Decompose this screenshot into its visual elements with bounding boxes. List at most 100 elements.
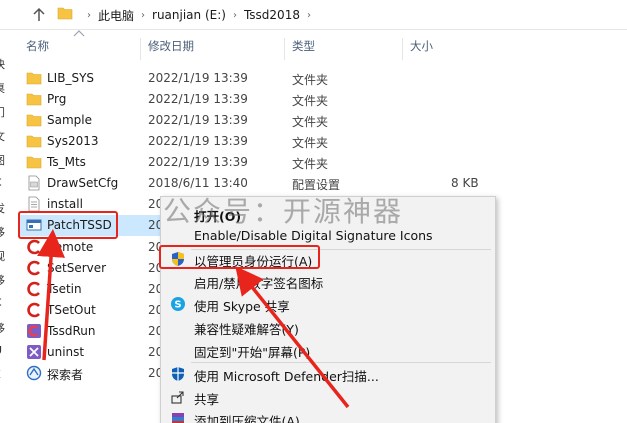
file-modified: 2022/1/19 13:39 [148, 155, 248, 169]
menu-item-label: 固定到"开始"屏幕(P) [194, 345, 311, 360]
nav-item-label[interactable]: 门 [0, 104, 5, 120]
svg-text:S: S [174, 300, 181, 311]
highlight-box-run-as-admin [159, 245, 320, 269]
file-modified: 2022/1/19 13:39 [148, 92, 248, 106]
folder-icon [26, 135, 42, 148]
nav-item-label[interactable]: 移 [0, 224, 5, 240]
chevron-right-icon[interactable]: › [87, 10, 91, 21]
file-name: LIB_SYS [47, 71, 95, 85]
file-type: 文件夹 [292, 73, 329, 87]
file-size: 8 KB [451, 176, 479, 190]
file-name: Sys2013 [47, 134, 99, 148]
menu-item-share-skype[interactable]: S 使用 Skype 共享 [161, 293, 495, 315]
menu-item-share[interactable]: 共享 [161, 386, 495, 408]
watermark-text: 公众号：开源神器 [163, 195, 404, 228]
sort-ascending-icon [73, 30, 85, 37]
menu-item-label: 使用 Microsoft Defender扫描... [194, 369, 379, 384]
column-header-name[interactable]: 名称 [26, 38, 49, 58]
file-name: install [47, 197, 83, 211]
file-modified: 2018/6/11 13:40 [148, 176, 248, 190]
chevron-right-icon[interactable]: › [233, 10, 237, 21]
menu-item-compat-troubleshoot[interactable]: 兼容性疑难解答(Y) [161, 316, 495, 338]
tssd-c-icon [27, 302, 40, 318]
file-name: TSetOut [47, 303, 96, 317]
column-header-type[interactable]: 类型 [292, 38, 315, 58]
file-row-sys2013[interactable]: Sys2013 2022/1/19 13:39 文件夹 [20, 131, 490, 152]
column-divider[interactable] [284, 38, 285, 60]
menu-item-label: 添加到压缩文件(A)... [194, 414, 312, 423]
chevron-right-icon[interactable]: › [307, 10, 311, 21]
file-row-prg[interactable]: Prg 2022/1/19 13:39 文件夹 [20, 89, 490, 110]
defender-icon [172, 367, 184, 381]
file-row-sample[interactable]: Sample 2022/1/19 13:39 文件夹 [20, 110, 490, 131]
skype-icon: S [171, 297, 185, 311]
file-type: 文件夹 [292, 136, 329, 150]
nav-item-label[interactable]: 图 [0, 152, 5, 168]
file-name: DrawSetCfg [47, 176, 119, 190]
address-bar[interactable]: › 此电脑 › ruanjian (E:) › Tssd2018 › [0, 0, 627, 30]
breadcrumb-item-drive[interactable]: ruanjian (E:) [152, 8, 226, 22]
file-name: uninst [47, 345, 85, 359]
context-menu: 打开(O) Enable/Disable Digital Signature I… [160, 196, 496, 423]
nav-item-label[interactable]: 移 [0, 320, 5, 336]
explorer-app-icon [26, 365, 42, 381]
file-name: Remote [47, 240, 94, 254]
tssd-c-icon [27, 239, 40, 255]
nav-item-label[interactable]: 桌 [0, 80, 5, 96]
config-file-icon [28, 175, 40, 191]
tssd-run-icon [27, 324, 41, 338]
file-name: SetServer [47, 261, 107, 275]
nav-item-label[interactable]: C [0, 296, 2, 309]
column-header-modified[interactable]: 修改日期 [148, 38, 194, 58]
navigation-pane-edge: 快 桌 门 文 图 C 发 移 视 移 C 移 U E [0, 30, 8, 423]
file-type: 文件夹 [292, 94, 329, 108]
share-icon [171, 391, 184, 404]
folder-icon [26, 156, 42, 169]
menu-item-label: 启用/禁用数字签名图标 [194, 276, 324, 291]
tssd-c-icon [27, 281, 40, 297]
folder-icon [57, 7, 73, 20]
nav-item-label[interactable]: 视 [0, 248, 5, 264]
folder-icon [26, 72, 42, 85]
file-name: Sample [47, 113, 92, 127]
menu-item-toggle-signature-icons[interactable]: 启用/禁用数字签名图标 [161, 270, 495, 292]
text-file-icon [28, 196, 40, 212]
file-row-lib-sys[interactable]: LIB_SYS 2022/1/19 13:39 文件夹 [20, 68, 490, 89]
tssd-c-icon [27, 260, 40, 276]
file-modified: 2022/1/19 13:39 [148, 71, 248, 85]
menu-item-pin-start[interactable]: 固定到"开始"屏幕(P) [161, 339, 495, 361]
file-modified: 2022/1/19 13:39 [148, 134, 248, 148]
folder-icon [26, 93, 42, 106]
folder-icon [26, 114, 42, 127]
menu-item-label: 兼容性疑难解答(Y) [194, 322, 299, 337]
menu-item-label: Enable/Disable Digital Signature Icons [194, 228, 433, 243]
file-name: Prg [47, 92, 67, 106]
column-divider[interactable] [402, 38, 403, 60]
chevron-right-icon[interactable]: › [141, 10, 145, 21]
file-name: 探索者 [47, 368, 84, 382]
menu-item-add-to-archive[interactable]: 添加到压缩文件(A)... [161, 408, 495, 423]
menu-item-label: 共享 [194, 392, 220, 407]
file-row-ts-mts[interactable]: Ts_Mts 2022/1/19 13:39 文件夹 [20, 152, 490, 173]
nav-item-label[interactable]: 文 [0, 128, 5, 144]
column-header-size[interactable]: 大小 [410, 38, 433, 58]
file-type: 文件夹 [292, 157, 329, 171]
nav-item-label[interactable]: U [0, 344, 2, 357]
column-divider[interactable] [140, 38, 141, 60]
menu-item-defender-scan[interactable]: 使用 Microsoft Defender扫描... [161, 363, 495, 385]
breadcrumb-item-pc[interactable]: 此电脑 [98, 7, 134, 24]
nav-item-label[interactable]: E [0, 368, 1, 381]
highlight-box-patchtssd [18, 211, 118, 239]
file-name: Ts_Mts [47, 155, 86, 169]
nav-item-label[interactable]: 移 [0, 272, 5, 288]
menu-item-label: 使用 Skype 共享 [194, 299, 290, 314]
nav-item-label[interactable]: C [0, 176, 2, 189]
breadcrumb-item-folder[interactable]: Tssd2018 [244, 8, 300, 22]
up-arrow-icon[interactable] [30, 6, 48, 24]
nav-item-label[interactable]: 快 [0, 56, 5, 72]
file-name: TssdRun [47, 324, 96, 338]
nav-item-label[interactable]: 发 [0, 200, 5, 216]
winrar-icon [172, 413, 184, 423]
file-name: Tsetin [47, 282, 82, 296]
breadcrumb: › 此电脑 › ruanjian (E:) › Tssd2018 › [80, 6, 318, 24]
